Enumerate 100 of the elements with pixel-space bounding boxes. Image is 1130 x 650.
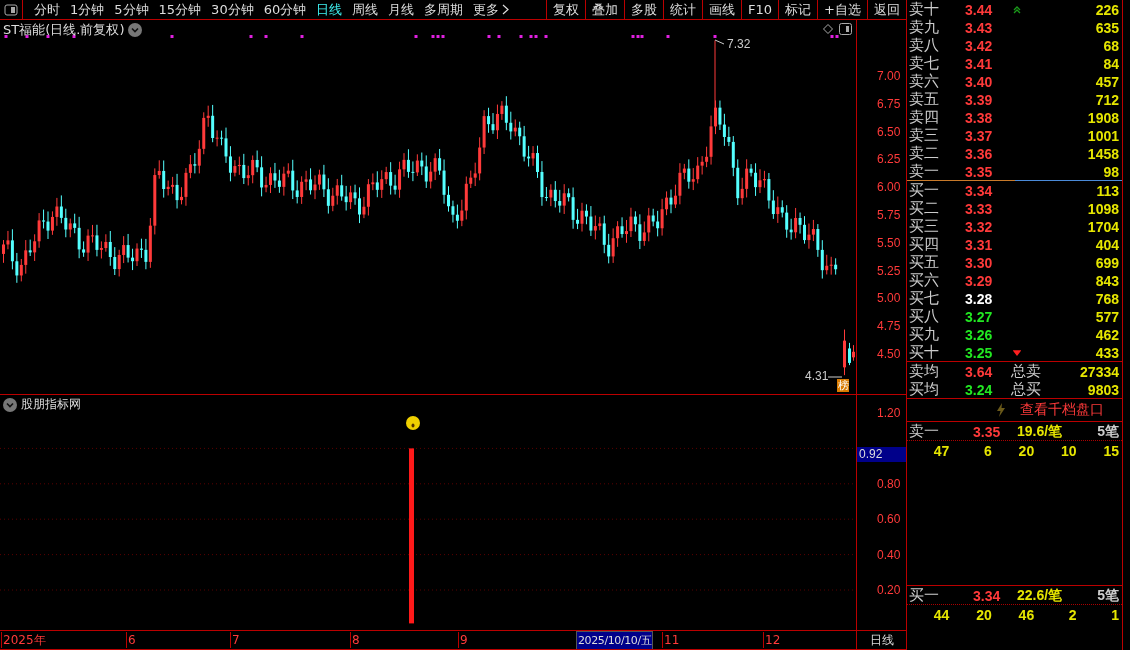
- order-size: 20: [975, 607, 992, 623]
- depth-link[interactable]: 查看千档盘口: [1020, 401, 1104, 419]
- face-icon: [406, 416, 420, 430]
- order-count: 5笔: [1097, 586, 1119, 605]
- chevron-icon[interactable]: [128, 23, 143, 37]
- axis-label: 5.50: [877, 235, 901, 250]
- ask-label: 卖五: [909, 90, 940, 109]
- low-price-label: 4.31: [805, 369, 829, 383]
- volume: 577: [1094, 308, 1119, 325]
- total-volume: 9803: [1086, 381, 1119, 398]
- order-size: 20: [1017, 443, 1035, 459]
- volume: 1098: [1086, 200, 1119, 217]
- leader-line: [827, 376, 843, 378]
- panel-toggle-icon[interactable]: [4, 3, 18, 16]
- toolbar-button[interactable]: +自选: [817, 0, 867, 19]
- date-label: 8: [350, 632, 360, 648]
- price: 3.26: [965, 326, 994, 343]
- price: 3.44: [965, 1, 994, 18]
- toolbar-button[interactable]: 复权: [546, 0, 586, 19]
- date-label: 7: [230, 632, 240, 648]
- more-button[interactable]: 更多: [468, 0, 515, 19]
- period-label[interactable]: 日线: [857, 631, 906, 649]
- price: 3.35: [965, 163, 994, 180]
- price: 3.34: [973, 587, 1002, 604]
- period-tab[interactable]: 30分钟: [206, 0, 259, 19]
- ask-label: 卖二: [909, 144, 940, 163]
- date-label: 9: [458, 632, 468, 648]
- toolbar-button[interactable]: 统计: [663, 0, 703, 19]
- volume: 113: [1095, 182, 1119, 199]
- axis-label: 1.20: [877, 406, 901, 420]
- price: 3.41: [965, 55, 994, 72]
- price: 3.35: [973, 423, 1002, 440]
- period-tab[interactable]: 日线: [311, 0, 348, 19]
- volume: 457: [1094, 73, 1119, 90]
- ask-label: 卖七: [909, 54, 940, 73]
- axis-label: 5.25: [877, 263, 901, 278]
- price: 3.39: [965, 91, 994, 108]
- toolbar-button[interactable]: 标记: [778, 0, 818, 19]
- toolbar-button[interactable]: 画线: [702, 0, 742, 19]
- price: 3.42: [965, 37, 994, 54]
- volume: 433: [1094, 344, 1119, 361]
- axis-label: 4.75: [877, 319, 901, 334]
- order-size: 46: [1017, 607, 1035, 623]
- bid-label: 买十: [909, 343, 940, 362]
- bid-label: 买六: [909, 271, 940, 290]
- toolbar-button[interactable]: 返回: [867, 0, 906, 19]
- queue-label: 买一: [909, 586, 940, 605]
- per-order-size: 19.6/笔: [1017, 422, 1064, 441]
- order-size: 1: [1110, 607, 1119, 623]
- volume: 712: [1094, 91, 1119, 108]
- volume: 1908: [1086, 109, 1119, 126]
- ask-label: 卖四: [909, 108, 940, 127]
- chevron-icon[interactable]: [3, 397, 17, 412]
- price: 3.27: [965, 308, 994, 325]
- period-tab[interactable]: 周线: [347, 0, 384, 19]
- volume: 843: [1094, 272, 1119, 289]
- period-tab[interactable]: 5分钟: [109, 0, 154, 19]
- average-label: 卖均: [909, 362, 940, 381]
- price: 3.36: [965, 145, 994, 162]
- date-label: 12: [763, 632, 781, 648]
- price: 3.38: [965, 109, 994, 126]
- price: 3.31: [965, 236, 994, 253]
- value-label: 0.92: [857, 447, 906, 462]
- price: 3.24: [965, 381, 994, 398]
- period-tab[interactable]: 1分钟: [65, 0, 110, 19]
- order-size: 15: [1102, 443, 1119, 459]
- order-size: 6: [983, 443, 992, 459]
- toolbar-button[interactable]: 叠加: [585, 0, 625, 19]
- ask-label: 卖九: [909, 18, 940, 37]
- axis-label: 4.50: [877, 347, 901, 361]
- axis-label: 6.25: [877, 152, 901, 167]
- axis-label: 0.80: [877, 476, 901, 491]
- bid-label: 买五: [909, 253, 940, 272]
- price: 3.32: [965, 218, 994, 235]
- lightning-icon: [996, 403, 1006, 417]
- period-tab[interactable]: 分时: [29, 0, 65, 19]
- axis-label: 7.00: [877, 69, 901, 83]
- chevron-right-icon[interactable]: [502, 4, 510, 15]
- volume: 768: [1094, 290, 1119, 307]
- leader-line: [714, 39, 725, 45]
- total-label: 总买: [1011, 380, 1042, 399]
- period-tab[interactable]: 60分钟: [258, 0, 312, 19]
- queue-label: 卖一: [909, 422, 940, 441]
- price: 3.25: [965, 344, 994, 361]
- toolbar-button[interactable]: 多股: [624, 0, 664, 19]
- ask-label: 卖八: [909, 36, 940, 55]
- ask-label: 卖十: [909, 0, 940, 19]
- panel-toggle-icon[interactable]: [839, 23, 852, 35]
- ask-label: 卖三: [909, 126, 940, 145]
- volume: 1001: [1086, 127, 1119, 144]
- diamond-icon[interactable]: [823, 24, 833, 34]
- price: 3.37: [965, 127, 994, 144]
- period-tab[interactable]: 月线: [383, 0, 420, 19]
- order-size: 10: [1060, 443, 1077, 459]
- list-badge: 榜: [837, 379, 849, 392]
- toolbar-button[interactable]: F10: [741, 0, 779, 19]
- price: 3.29: [965, 272, 994, 289]
- bid-label: 买八: [909, 307, 940, 326]
- period-tab[interactable]: 15分钟: [153, 0, 207, 19]
- period-tab[interactable]: 多周期: [419, 0, 469, 19]
